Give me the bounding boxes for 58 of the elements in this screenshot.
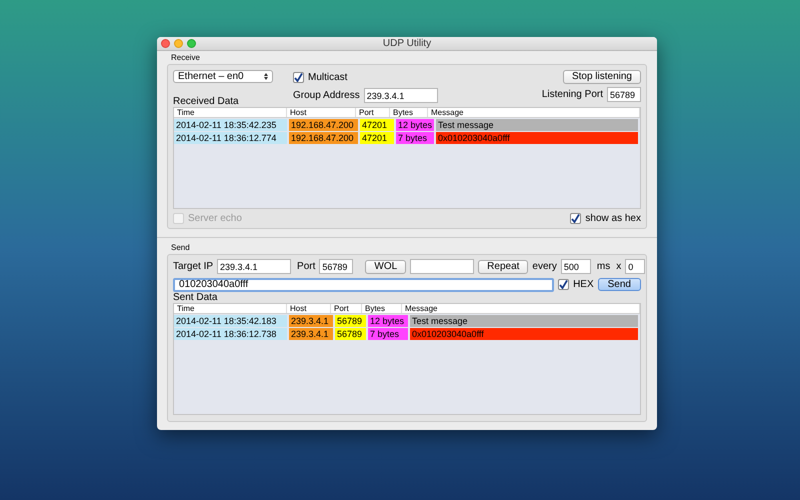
field-label: Port xyxy=(297,260,316,274)
column-header[interactable]: Time xyxy=(174,304,287,313)
checkbox-label: Multicast xyxy=(308,71,348,85)
field-label: Target IP xyxy=(173,260,214,274)
times-label: x xyxy=(616,260,622,274)
table-cell: 12 bytes xyxy=(368,315,408,327)
section-label: Send xyxy=(170,242,191,254)
target-ip-field[interactable]: 239.3.4.1 xyxy=(217,259,292,274)
repeat-count-field[interactable]: 0 xyxy=(625,259,646,274)
send-button[interactable]: Send xyxy=(598,278,641,291)
table-cell: 56789 xyxy=(335,328,366,340)
table-cell: 2014-02-11 18:35:42.183 xyxy=(174,315,287,327)
table-title: Received Data xyxy=(173,97,240,107)
group-address-field[interactable]: 239.3.4.1 xyxy=(364,88,438,103)
table-cell: 0x010203040a0fff xyxy=(410,328,638,340)
interval-field[interactable]: 500 xyxy=(560,259,591,274)
table-cell: 56789 xyxy=(335,315,366,327)
field-label: Group Address xyxy=(293,89,360,103)
window-title: UDP Utility xyxy=(382,37,432,51)
table-cell: 192.168.47.200 xyxy=(289,132,358,144)
column-header[interactable]: Bytes xyxy=(362,304,402,313)
section-label: Receive xyxy=(170,52,201,64)
column-header[interactable]: Message xyxy=(428,108,640,117)
table-cell: Test message xyxy=(410,315,638,327)
listening-port-field[interactable]: 56789 xyxy=(607,87,641,102)
table-cell: 2014-02-11 18:36:12.738 xyxy=(174,328,287,340)
checkbox-label: show as hex xyxy=(585,212,641,226)
table-cell: 47201 xyxy=(360,119,394,131)
checkbox-label: HEX xyxy=(573,278,594,292)
table-cell: 7 bytes xyxy=(396,132,434,144)
table-cell: Test message xyxy=(436,119,638,131)
column-header[interactable]: Port xyxy=(331,304,362,313)
port-field[interactable]: 56789 xyxy=(319,259,354,274)
column-header[interactable]: Host xyxy=(287,108,356,117)
stop-listening-button[interactable]: Stop listening xyxy=(562,70,641,84)
column-header[interactable]: Message xyxy=(402,304,640,313)
table-cell: 239.3.4.1 xyxy=(289,315,333,327)
table-cell: 0x010203040a0fff xyxy=(436,132,638,144)
message-input-field[interactable]: 010203040a0fff xyxy=(173,278,554,292)
table-cell: 239.3.4.1 xyxy=(289,328,333,340)
column-header[interactable]: Port xyxy=(356,108,390,117)
repeat-button[interactable]: Repeat xyxy=(478,260,528,274)
interface-dropdown[interactable]: Ethernet – en0 xyxy=(173,70,273,83)
field-label: Listening Port xyxy=(542,88,603,102)
column-header[interactable]: Bytes xyxy=(390,108,428,117)
field-label: every xyxy=(532,260,557,274)
column-header[interactable]: Host xyxy=(287,304,331,313)
table-cell: 192.168.47.200 xyxy=(289,119,358,131)
table-cell: 7 bytes xyxy=(368,328,408,340)
table-cell: 12 bytes xyxy=(396,119,434,131)
table-cell: 47201 xyxy=(360,132,394,144)
wol-button[interactable]: WOL xyxy=(365,260,406,274)
column-header[interactable]: Time xyxy=(174,108,287,117)
table-cell: 2014-02-11 18:36:12.774 xyxy=(174,132,287,144)
table-cell: 2014-02-11 18:35:42.235 xyxy=(174,119,287,131)
checkbox-label: Server echo xyxy=(188,212,242,226)
table-title: Sent Data xyxy=(173,293,218,303)
unit-label: ms xyxy=(596,260,610,274)
